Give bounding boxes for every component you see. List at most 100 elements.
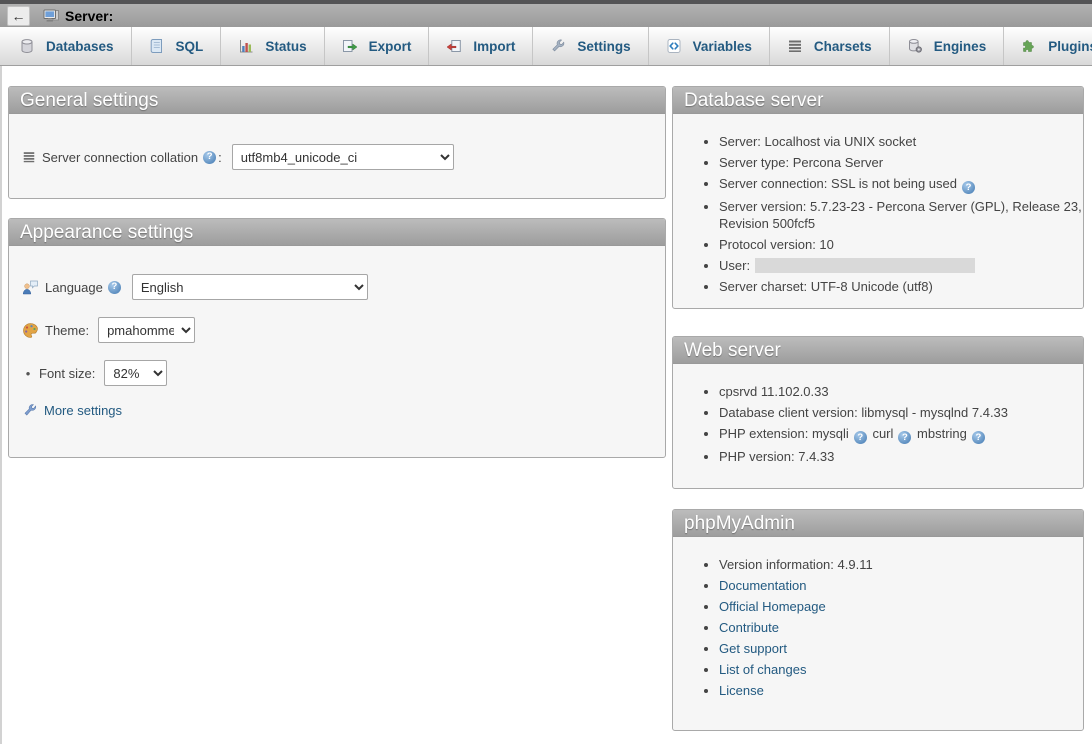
tab-charsets[interactable]: Charsets [770,27,890,65]
list-item: User: [719,257,1083,274]
content-left-edge [0,66,2,744]
web-server-panel: Web server cpsrvd 11.102.0.33 Database c… [672,336,1084,489]
list-item: Documentation [719,577,1083,594]
server-connection-text: Server connection: SSL is not being used [719,176,957,191]
panel-title: Appearance settings [9,219,665,246]
database-server-panel: Database server Server: Localhost via UN… [672,86,1084,309]
export-icon [342,38,358,54]
tab-label: SQL [176,39,204,54]
list-item: Official Homepage [719,598,1083,615]
help-icon[interactable]: ? [203,151,216,164]
list-item: Contribute [719,619,1083,636]
variables-icon [666,38,682,54]
collation-label: Server connection collation [42,150,198,165]
more-settings-link[interactable]: More settings [44,403,122,418]
collation-row: Server connection collation ? : utf8mb4_… [22,144,665,170]
page-title: Server: [65,8,113,24]
more-settings-wrench-icon [22,402,38,418]
tab-engines[interactable]: Engines [890,27,1005,65]
bullet-icon: • [22,366,34,381]
theme-icon [22,322,39,339]
list-of-changes-link[interactable]: List of changes [719,662,806,677]
language-icon [22,279,39,296]
tab-label: Databases [46,39,114,54]
collation-icon [22,150,36,164]
tab-export[interactable]: Export [325,27,430,65]
theme-select[interactable]: pmahomme [98,317,195,343]
help-icon[interactable]: ? [854,431,867,444]
theme-row: Theme: pmahomme [22,317,665,343]
list-item: Database client version: libmysql - mysq… [719,404,1083,421]
font-size-label: Font size: [39,366,95,381]
tab-label: Variables [693,39,752,54]
list-item: Server connection: SSL is not being used… [719,175,1083,194]
database-server-list: Server: Localhost via UNIX socket Server… [673,133,1083,295]
engines-icon [907,38,923,54]
collation-select[interactable]: utf8mb4_unicode_ci [232,144,454,170]
general-settings-panel: General settings Server connection colla… [8,86,666,199]
php-extension-text: PHP extension: mysqli [719,426,849,441]
contribute-link[interactable]: Contribute [719,620,779,635]
help-icon[interactable]: ? [972,431,985,444]
sql-icon [149,38,165,54]
user-label: User: [719,258,750,273]
server-icon [43,7,61,25]
list-item: Version information: 4.9.11 [719,556,1083,573]
list-item: Server: Localhost via UNIX socket [719,133,1083,150]
tab-label: Status [265,39,306,54]
font-size-row: • Font size: 82% [22,360,665,386]
tab-sql[interactable]: SQL [132,27,222,65]
more-settings-row: More settings [22,402,665,418]
tab-settings[interactable]: Settings [533,27,648,65]
list-item: PHP version: 7.4.33 [719,448,1083,465]
list-item: Server charset: UTF-8 Unicode (utf8) [719,278,1083,295]
help-icon[interactable]: ? [108,281,121,294]
font-size-select[interactable]: 82% [104,360,167,386]
tab-label: Plugins [1048,39,1092,54]
panel-title: phpMyAdmin [673,510,1083,537]
list-item: Protocol version: 10 [719,236,1083,253]
panel-title: General settings [9,87,665,114]
appearance-settings-panel: Appearance settings Language ? English T… [8,218,666,458]
tab-status[interactable]: Status [221,27,324,65]
list-item: Server version: 5.7.23-23 - Percona Serv… [719,198,1083,232]
web-server-list: cpsrvd 11.102.0.33 Database client versi… [673,383,1083,465]
wrench-icon [550,38,566,54]
php-extension-curl: curl [872,426,893,441]
server-tabbar: Databases SQL Status Export [0,27,1092,66]
back-button[interactable]: ← [7,6,30,26]
plugins-icon [1021,38,1037,54]
tab-databases[interactable]: Databases [0,27,132,65]
tab-import[interactable]: Import [429,27,533,65]
charsets-icon [787,38,803,54]
user-redaction-box [755,258,975,273]
collation-colon: : [218,150,222,165]
help-icon[interactable]: ? [962,181,975,194]
help-icon[interactable]: ? [898,431,911,444]
databases-icon [19,38,35,54]
language-label: Language [45,280,103,295]
tab-label: Export [369,39,412,54]
status-icon [238,38,254,54]
official-homepage-link[interactable]: Official Homepage [719,599,826,614]
language-row: Language ? English [22,274,665,300]
tab-label: Charsets [814,39,872,54]
tab-variables[interactable]: Variables [649,27,770,65]
list-item: List of changes [719,661,1083,678]
list-item: License [719,682,1083,699]
tab-label: Import [473,39,515,54]
import-icon [446,38,462,54]
list-item: Server type: Percona Server [719,154,1083,171]
phpmyadmin-list: Version information: 4.9.11 Documentatio… [673,556,1083,699]
panel-title: Database server [673,87,1083,114]
language-select[interactable]: English [132,274,368,300]
list-item: Get support [719,640,1083,657]
phpmyadmin-panel: phpMyAdmin Version information: 4.9.11 D… [672,509,1084,731]
documentation-link[interactable]: Documentation [719,578,806,593]
license-link[interactable]: License [719,683,764,698]
tab-label: Engines [934,39,987,54]
tab-plugins[interactable]: Plugins [1004,27,1092,65]
get-support-link[interactable]: Get support [719,641,787,656]
theme-label: Theme: [45,323,89,338]
panel-title: Web server [673,337,1083,364]
